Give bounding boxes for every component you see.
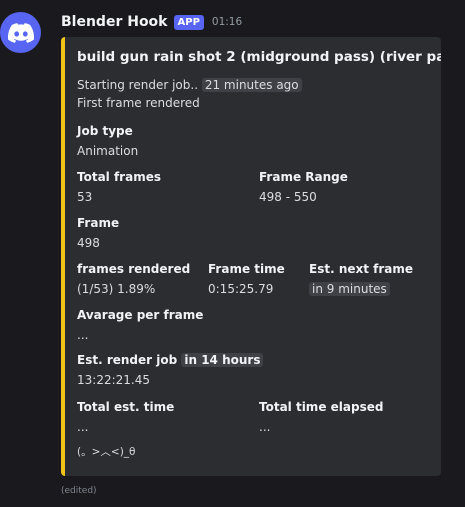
field-est-next-frame: Est. next frame in 9 minutes xyxy=(309,260,413,298)
field-est-render-job: Est. render job in 14 hours 13:22:21.45 xyxy=(77,351,264,389)
field-total-frames: Total frames 53 xyxy=(77,168,161,206)
field-name: Total frames xyxy=(77,170,161,184)
field-value: ... xyxy=(77,328,89,342)
field-name: Total est. time xyxy=(77,400,175,414)
embed-description: Starting render job.. 21 minutes ago Fir… xyxy=(77,76,431,112)
field-name: Est. render job xyxy=(77,353,178,367)
embed-footer: (。>︿<)_θ xyxy=(77,446,136,458)
message-header: Blender Hook APP 01:16 xyxy=(61,14,242,30)
message-timestamp[interactable]: 01:16 xyxy=(212,16,242,28)
app-badge: APP xyxy=(173,14,204,30)
field-value: 498 - 550 xyxy=(259,190,317,204)
field-average-per-frame: Avarage per frame ... xyxy=(77,306,203,344)
field-total-est-time: Total est. time ... xyxy=(77,398,174,436)
edited-label[interactable]: (edited) xyxy=(61,486,97,496)
field-name: Total time elapsed xyxy=(259,400,384,414)
relative-timestamp[interactable]: 21 minutes ago xyxy=(201,78,302,92)
chat-message: Blender Hook APP 01:16 build gun rain sh… xyxy=(0,0,465,507)
author-name[interactable]: Blender Hook xyxy=(61,14,168,30)
field-value: 0:15:25.79 xyxy=(208,282,274,296)
field-name: Avarage per frame xyxy=(77,308,204,322)
field-name: Frame time xyxy=(208,262,285,276)
embed-card: build gun rain shot 2 (midground pass) (… xyxy=(61,37,441,476)
field-value: (1/53) 1.89% xyxy=(77,282,156,296)
field-value: 498 xyxy=(77,236,100,250)
field-name: frames rendered xyxy=(77,262,191,276)
field-value: ... xyxy=(259,420,271,434)
field-frames-rendered: frames rendered (1/53) 1.89% xyxy=(77,260,190,298)
field-name: Frame xyxy=(77,216,120,230)
field-name: Frame Range xyxy=(259,170,348,184)
relative-timestamp[interactable]: in 14 hours xyxy=(181,353,264,367)
field-value: 53 xyxy=(77,190,93,204)
field-value: Animation xyxy=(77,144,139,158)
field-frame-range: Frame Range 498 - 550 xyxy=(259,168,348,206)
field-name: Job type xyxy=(77,124,133,138)
description-line2-text: First frame rendered xyxy=(77,96,200,110)
avatar[interactable] xyxy=(0,12,41,53)
field-name: Est. next frame xyxy=(309,262,414,276)
relative-timestamp[interactable]: in 9 minutes xyxy=(309,282,390,296)
field-value: ... xyxy=(77,420,89,434)
description-line1-text: Starting render job.. xyxy=(77,78,199,92)
field-value: 13:22:21.45 xyxy=(77,373,150,387)
field-total-time-elapsed: Total time elapsed ... xyxy=(259,398,383,436)
field-frame: Frame 498 xyxy=(77,214,119,252)
field-frame-time: Frame time 0:15:25.79 xyxy=(208,260,285,298)
embed-title: build gun rain shot 2 (midground pass) (… xyxy=(77,49,441,65)
field-job-type: Job type Animation xyxy=(77,122,138,160)
discord-logo-icon xyxy=(7,22,34,43)
